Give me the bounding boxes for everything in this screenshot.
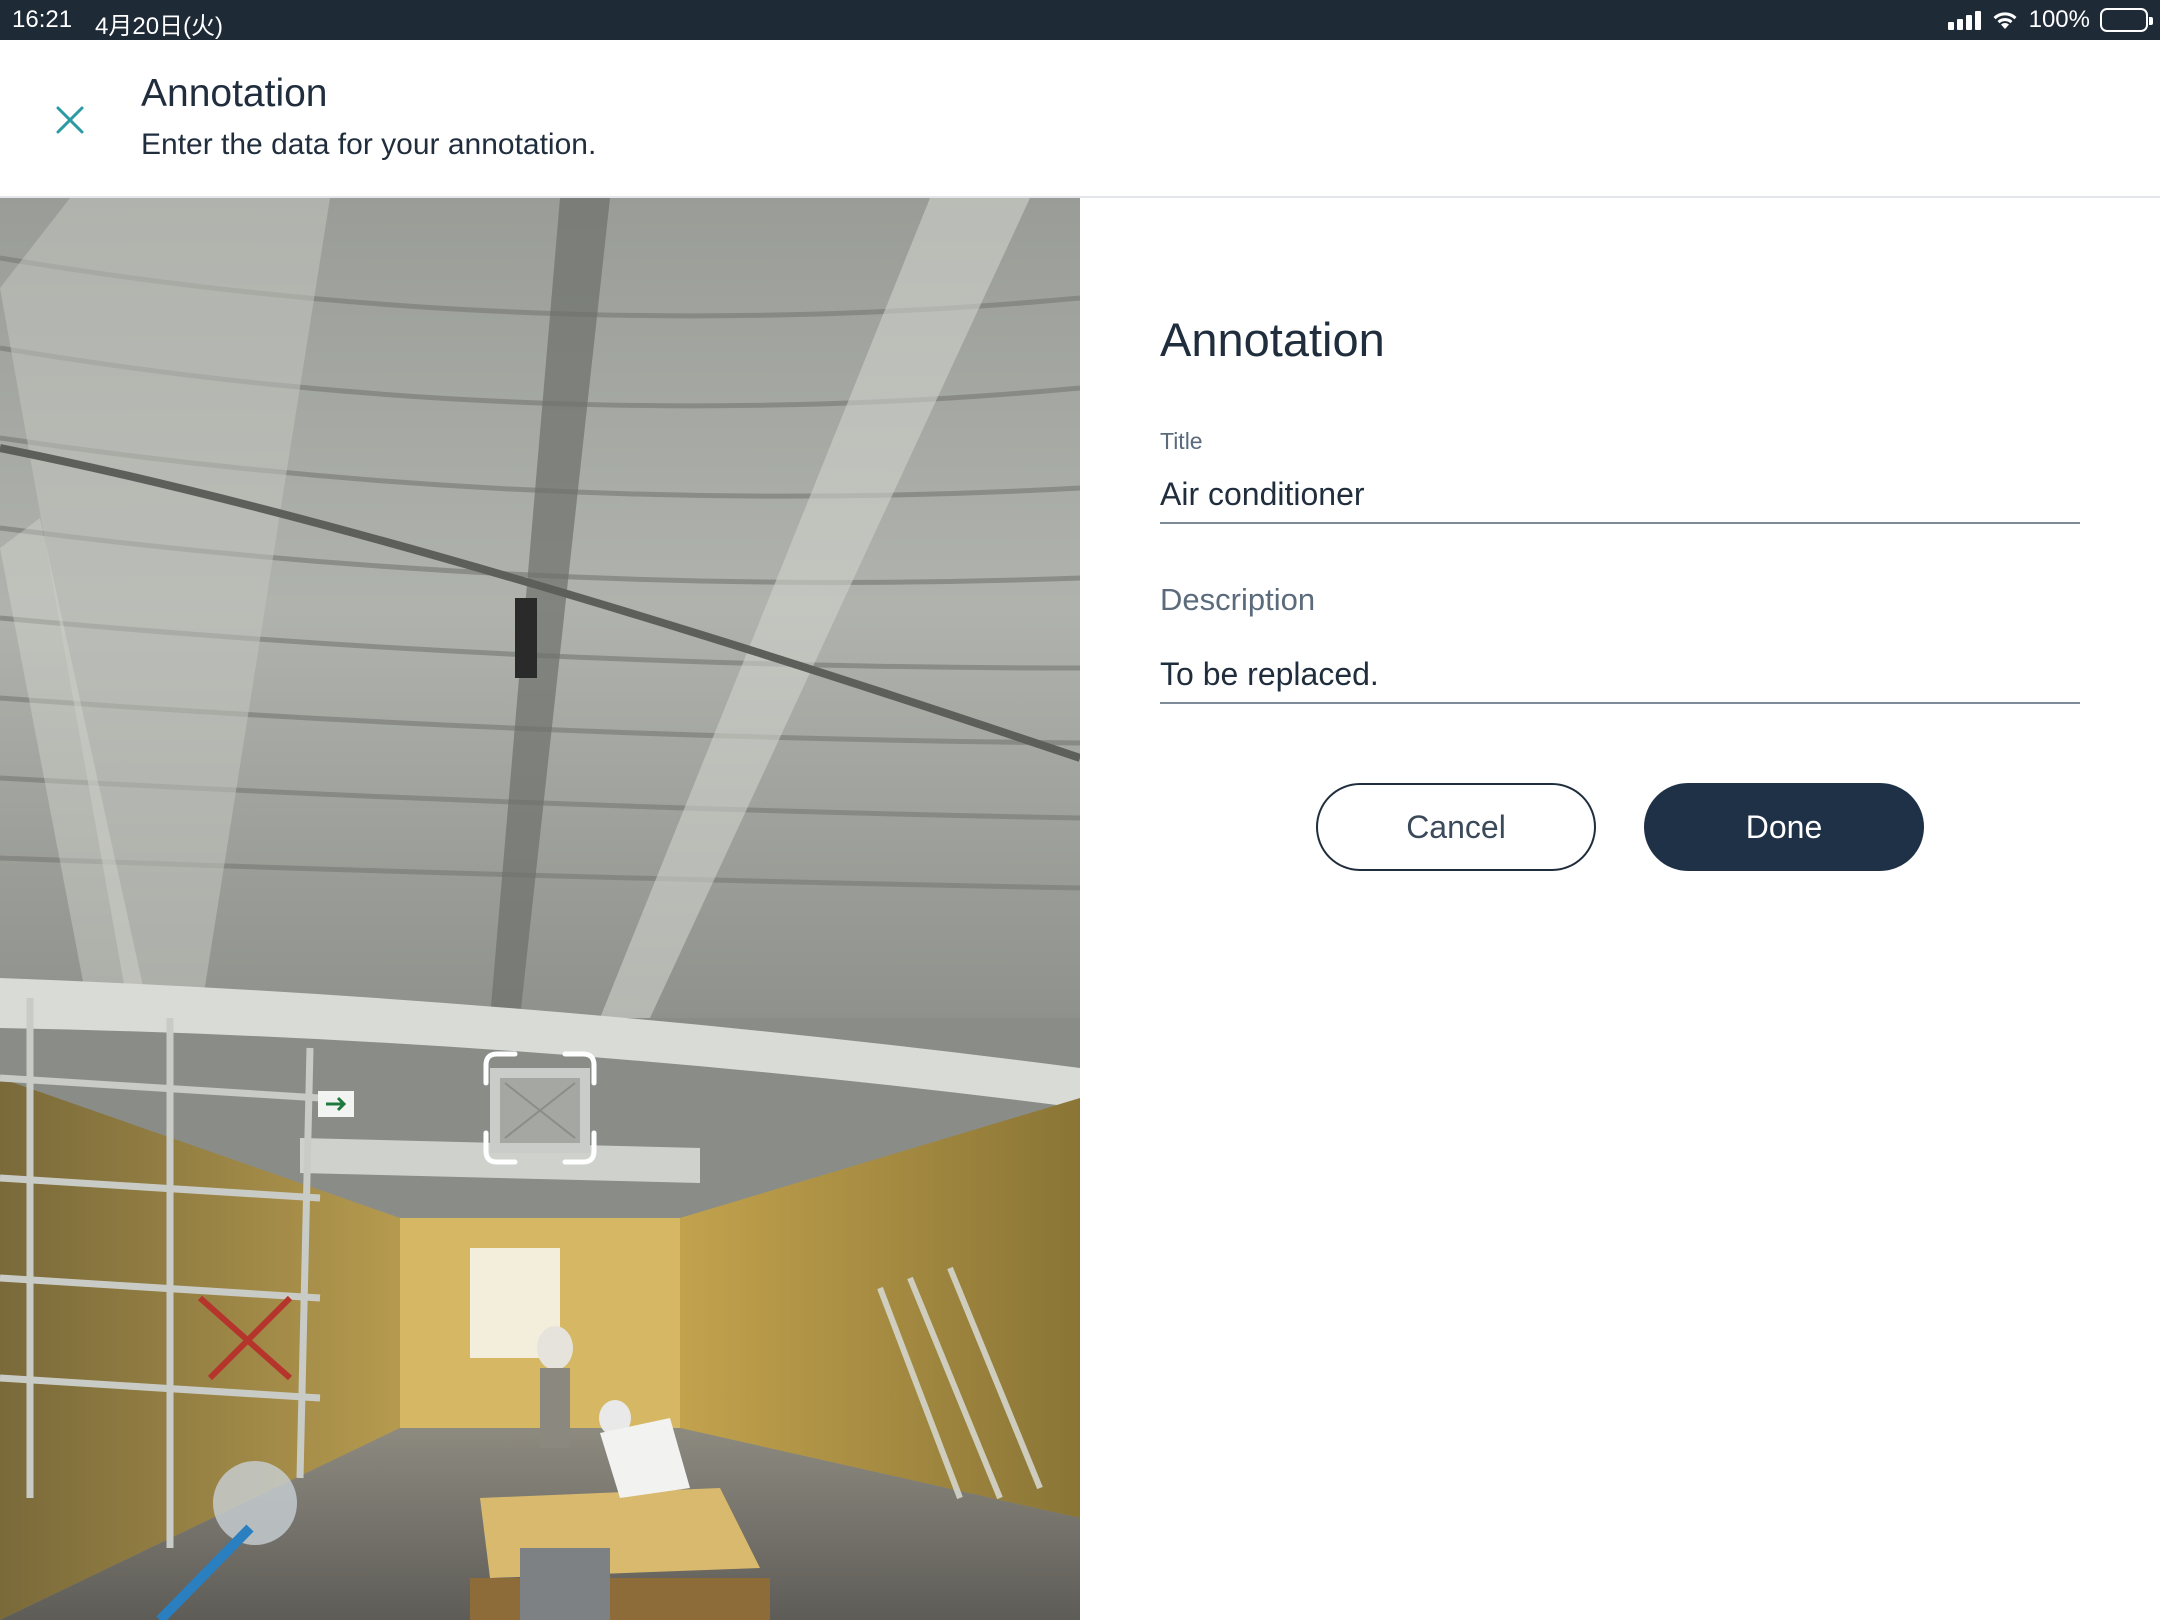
status-indicators: 100%	[1947, 5, 2153, 35]
close-button[interactable]	[48, 98, 92, 142]
form-heading: Annotation	[1160, 313, 1385, 366]
description-input[interactable]	[1160, 646, 2080, 704]
header-title: Annotation	[141, 72, 328, 115]
signal-icon	[1947, 10, 1981, 30]
close-icon	[56, 106, 84, 134]
construction-site-photo	[0, 198, 1080, 1620]
modal-header: Annotation Enter the data for your annot…	[0, 40, 2160, 198]
status-bar: 16:21 4月20日(火) 100%	[0, 0, 2160, 40]
panorama-view[interactable]	[0, 198, 1080, 1620]
annotation-form: Annotation Title Description Cancel Done	[1080, 198, 2160, 1620]
wifi-icon	[1993, 12, 2017, 29]
battery-percent: 100%	[2028, 6, 2090, 33]
cancel-button[interactable]: Cancel	[1316, 783, 1596, 871]
description-label: Description	[1160, 582, 1316, 617]
status-date: 4月20日(火)	[95, 13, 224, 40]
title-input[interactable]	[1160, 466, 2080, 524]
status-time: 16:21	[12, 6, 73, 33]
focus-frame-icon[interactable]	[483, 1051, 597, 1165]
title-label: Title	[1160, 428, 1203, 454]
done-button[interactable]: Done	[1644, 783, 1924, 871]
header-subtitle: Enter the data for your annotation.	[141, 128, 597, 161]
battery-icon	[2100, 8, 2153, 32]
